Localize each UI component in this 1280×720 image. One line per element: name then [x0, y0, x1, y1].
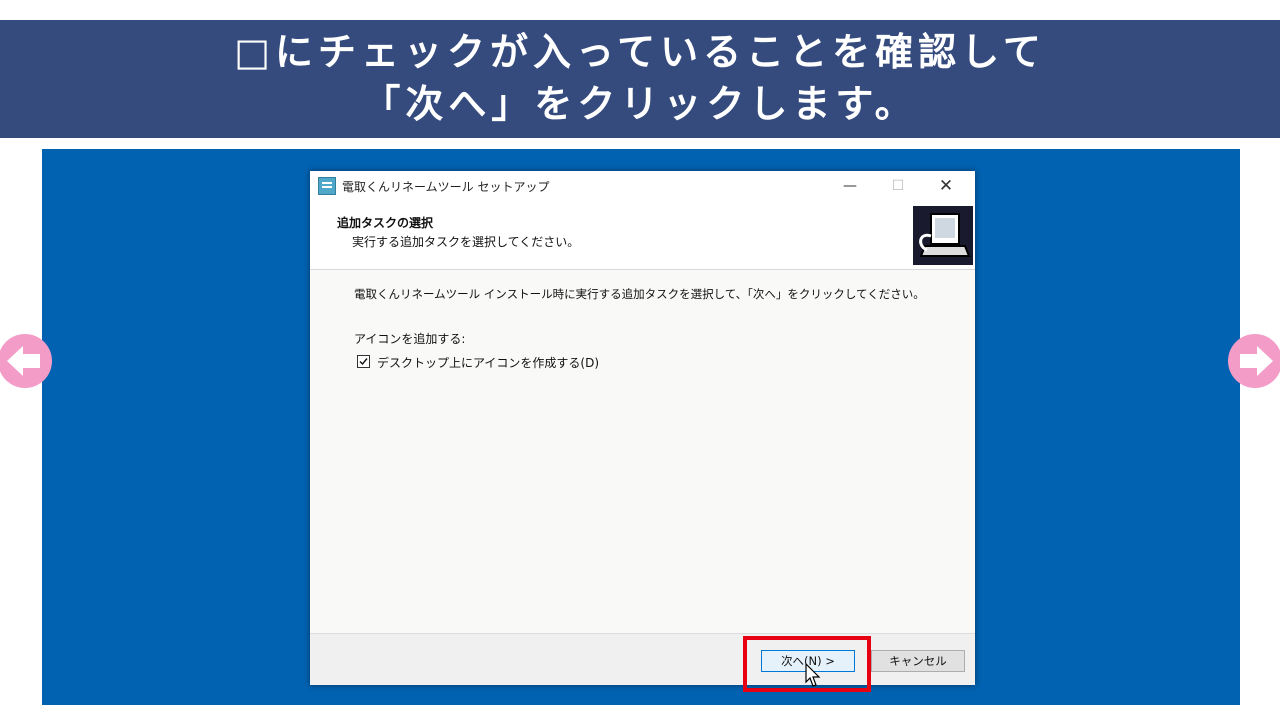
window-title: 電取くんリネームツール セットアップ — [342, 180, 550, 194]
icon-group-label: アイコンを追加する: — [354, 332, 466, 346]
wizard-header: 追加タスクの選択 実行する追加タスクを選択してください。 — [310, 201, 975, 269]
prev-slide-button[interactable] — [0, 334, 52, 388]
setup-dialog: 電取くんリネームツール セットアップ — ☐ ✕ 追加タスクの選択 実行する追加… — [310, 171, 975, 685]
wizard-footer: 次へ(N) > キャンセル — [310, 633, 975, 685]
desktop-icon-checkbox[interactable] — [357, 355, 370, 368]
next-slide-button[interactable] — [1228, 334, 1280, 388]
computer-install-icon — [913, 206, 973, 265]
header-divider — [310, 269, 975, 270]
task-description: 電取くんリネームツール インストール時に実行する追加タスクを選択して、「次へ」を… — [354, 287, 925, 301]
arrow-left-icon — [7, 346, 40, 376]
instruction-line-1: □にチェックが入っていることを確認して — [234, 30, 1046, 74]
arrow-right-icon — [1240, 346, 1273, 376]
desktop-icon-label[interactable]: デスクトップ上にアイコンを作成する(D) — [377, 354, 599, 371]
checkmark-icon — [359, 358, 368, 366]
instruction-banner: □にチェックが入っていることを確認して 「次へ」をクリックします。 — [0, 20, 1280, 138]
instruction-line-2: 「次へ」をクリックします。 — [362, 82, 918, 126]
cancel-button[interactable]: キャンセル — [871, 650, 965, 672]
maximize-button[interactable]: ☐ — [875, 171, 921, 201]
page-title: 追加タスクの選択 — [337, 216, 434, 230]
close-button[interactable]: ✕ — [923, 171, 969, 201]
app-icon — [318, 177, 336, 195]
title-bar: 電取くんリネームツール セットアップ — ☐ ✕ — [310, 171, 975, 201]
page-subtitle: 実行する追加タスクを選択してください。 — [352, 235, 580, 249]
minimize-button[interactable]: — — [827, 171, 873, 201]
mouse-pointer-icon — [805, 663, 821, 687]
